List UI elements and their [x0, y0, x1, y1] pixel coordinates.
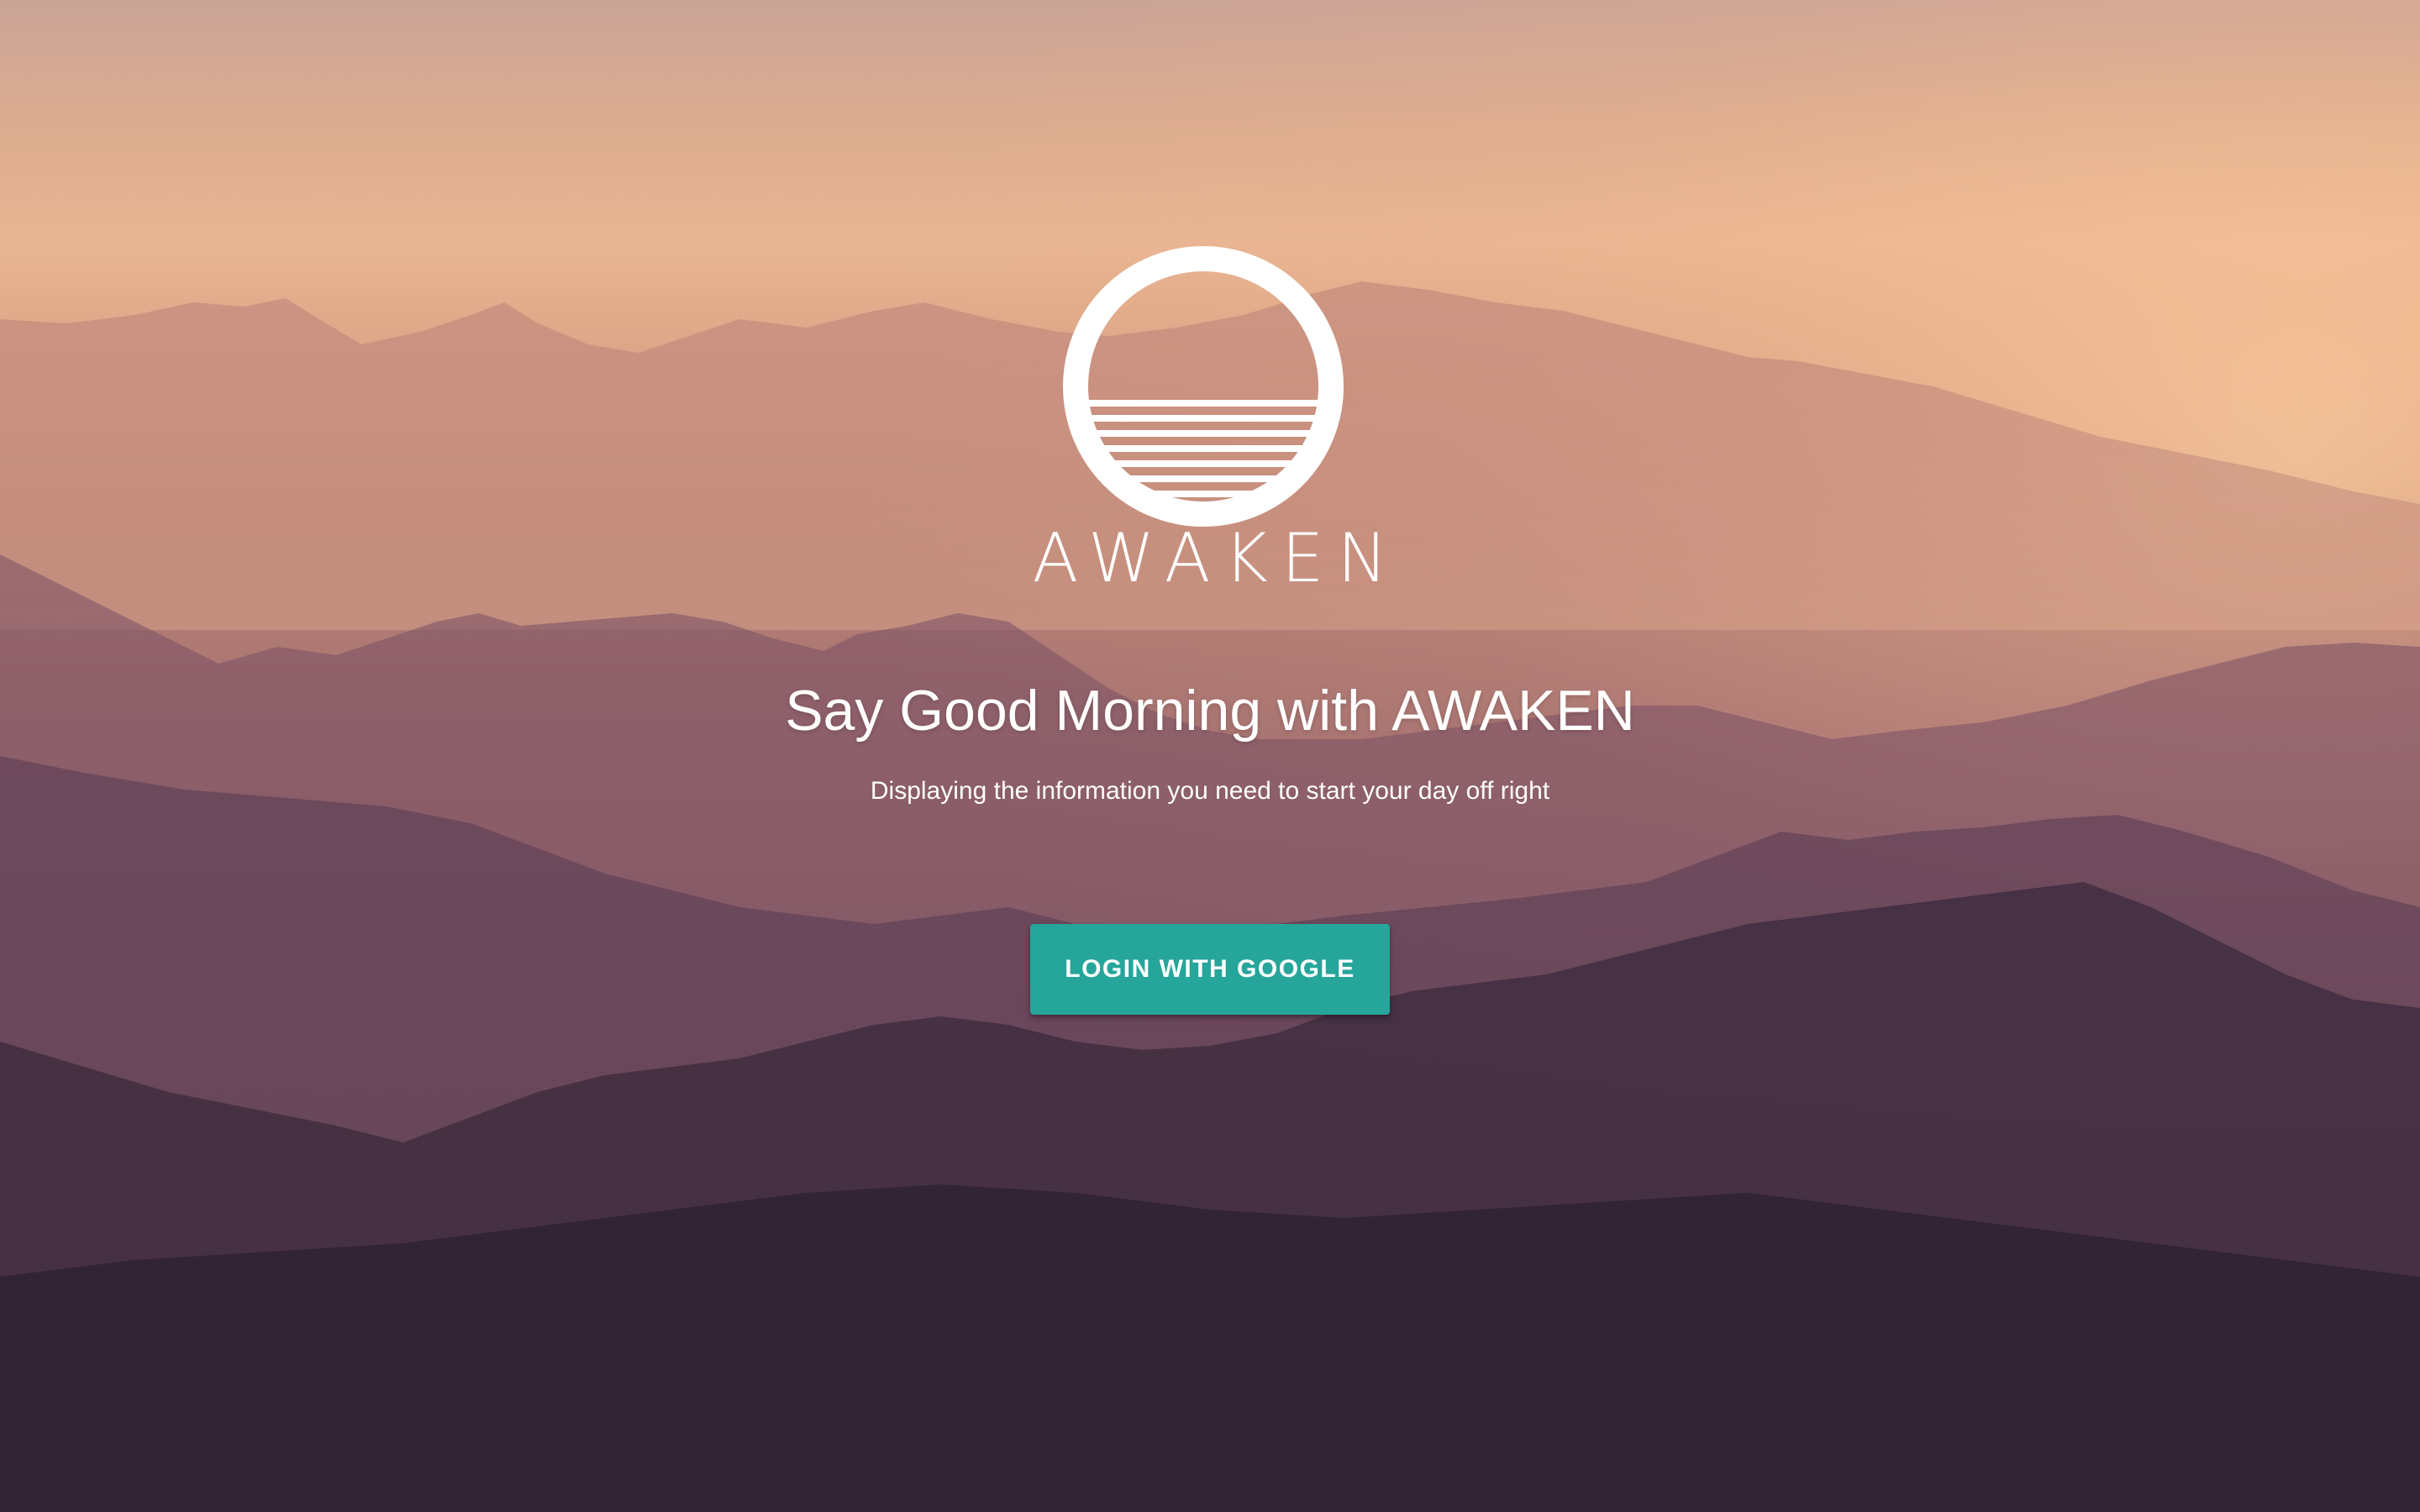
page-subtitle: Displaying the information you need to s…: [870, 777, 1550, 805]
app-wordmark: AWAKEN: [1032, 519, 1402, 597]
page-title: Say Good Morning with AWAKEN: [785, 679, 1635, 743]
login-with-google-button[interactable]: LOGIN WITH GOOGLE: [1030, 924, 1390, 1015]
hero-section: AWAKEN Say Good Morning with AWAKEN Disp…: [0, 0, 2420, 1512]
landing-page: AWAKEN Say Good Morning with AWAKEN Disp…: [0, 0, 2420, 1512]
sunset-over-water-icon: [1063, 246, 1344, 527]
